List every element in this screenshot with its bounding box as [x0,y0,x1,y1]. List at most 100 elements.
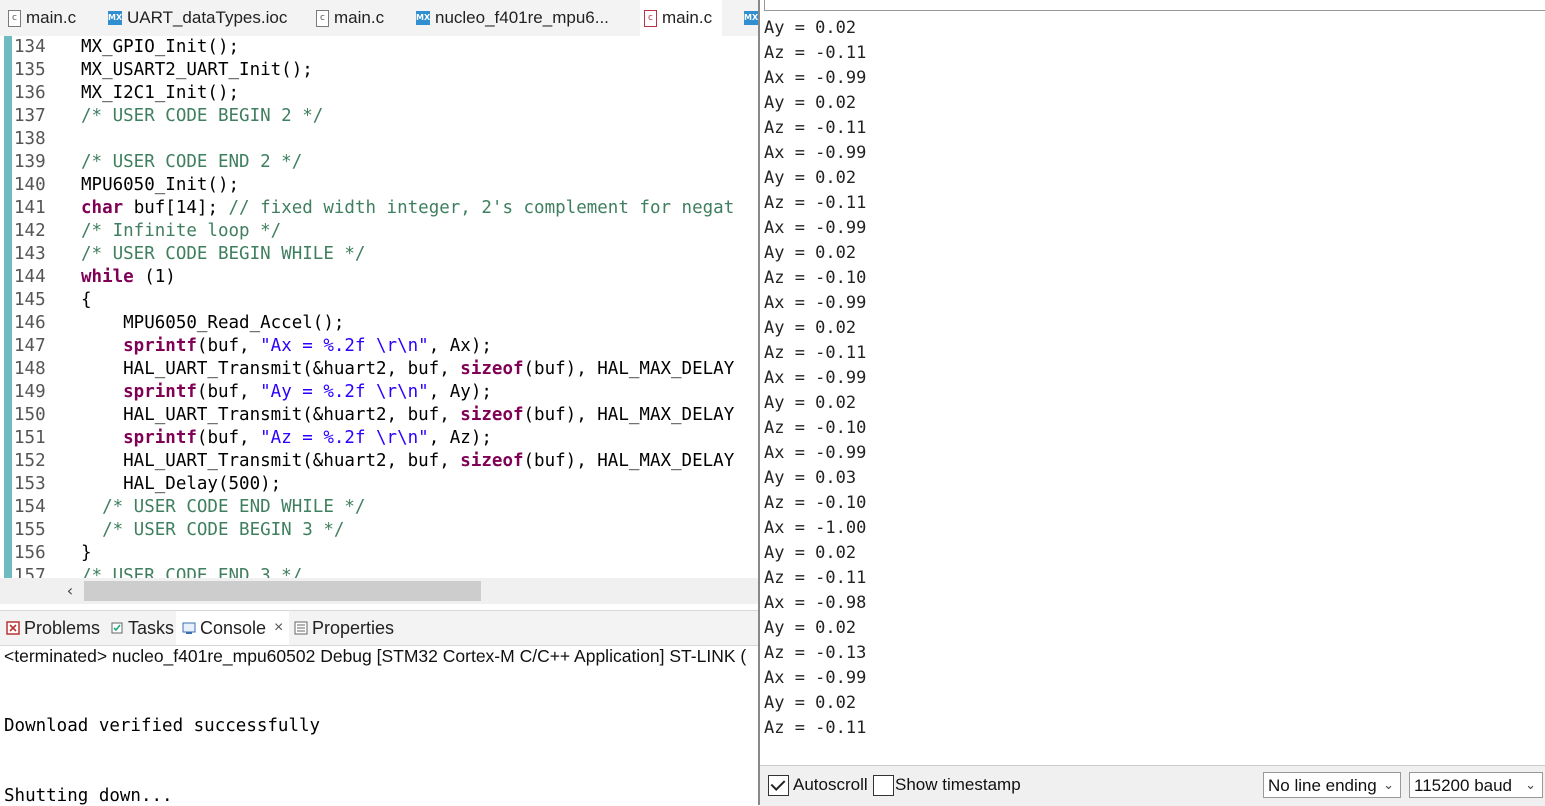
tab-label: main.c [26,8,77,27]
serial-line: Az = -0.10 [764,418,867,438]
tab-uart-datatypes-ioc[interactable]: MX UART_dataTypes.ioc [108,0,287,36]
code-text: HAL_UART_Transmit(&huart2, buf, [81,405,461,425]
code-line: 148 HAL_UART_Transmit(&huart2, buf, size… [0,358,760,381]
chevron-down-icon: ⌄ [1525,778,1536,793]
editor-horizontal-scrollbar[interactable]: ‹ [0,578,760,604]
tab-label: Tasks [128,617,175,638]
code-line: 136 MX_I2C1_Init(); [0,82,760,105]
tab-properties[interactable]: Properties [294,611,394,645]
code-text: , Az); [428,428,492,448]
scrollbar-thumb[interactable] [84,581,481,601]
code-line: 146 MPU6050_Read_Accel(); [0,312,760,335]
serial-line: Ay = 0.02 [764,18,857,38]
line-number: 145 [14,290,46,310]
serial-line: Ay = 0.02 [764,543,857,563]
code-line: 147 sprintf(buf, "Ax = %.2f \r\n", Ax); [0,335,760,358]
line-number: 148 [14,359,46,379]
line-number: 142 [14,221,46,241]
tab-main-c-2[interactable]: c main.c [316,0,384,36]
line-number: 149 [14,382,46,402]
line-number: 134 [14,37,46,57]
console-output[interactable]: Download verified successfully Shutting … [0,670,760,806]
serial-line: Az = -0.11 [764,343,867,363]
code-line: 157 /* USER CODE END 3 */ [0,565,760,578]
tab-label: Console [200,617,267,638]
line-ending-value: No line ending [1268,776,1377,795]
tab-main-c-active[interactable]: c main.c [640,0,723,36]
c-file-icon: c [644,9,657,27]
line-ending-select[interactable]: No line ending ⌄ [1263,772,1401,798]
serial-line: Az = -0.11 [764,118,867,138]
code-line: 144 while (1) [0,266,760,289]
code-line: 139 /* USER CODE END 2 */ [0,151,760,174]
code-line: 149 sprintf(buf, "Ay = %.2f \r\n", Ay); [0,381,760,404]
code-keyword: sprintf [81,428,197,448]
code-line: 155 /* USER CODE BEGIN 3 */ [0,519,760,542]
code-line: 153 HAL_Delay(500); [0,473,760,496]
tab-label: main.c [334,8,385,27]
code-line: 151 sprintf(buf, "Az = %.2f \r\n", Az); [0,427,760,450]
line-number: 143 [14,244,46,264]
code-editor[interactable]: 134 MX_GPIO_Init(); 135 MX_USART2_UART_Ini… [0,36,760,578]
serial-line: Ax = -0.99 [764,218,867,238]
serial-line: Ax = -1.00 [764,518,867,538]
tab-main-c-1[interactable]: c main.c [8,0,76,36]
tab-overflow[interactable]: MX [744,0,758,36]
baud-rate-select[interactable]: 115200 baud ⌄ [1409,772,1543,798]
console-line: Shutting down... [4,786,173,806]
line-number: 135 [14,60,46,80]
c-file-icon: c [316,9,329,27]
code-comment: /* USER CODE END 3 */ [81,566,303,578]
code-line: 156} [0,542,760,565]
c-file-icon: c [8,9,21,27]
code-text: buf[14]; [123,198,229,218]
serial-line: Az = -0.13 [764,643,867,663]
autoscroll-label: Autoscroll [793,775,868,794]
line-number: 153 [14,474,46,494]
code-text: } [81,543,92,563]
code-text: MX_I2C1_Init(); [81,83,240,103]
serial-line: Ax = -0.99 [764,668,867,688]
code-line: 152 HAL_UART_Transmit(&huart2, buf, size… [0,450,760,473]
code-text: (1) [133,267,176,287]
line-number: 136 [14,83,46,103]
serial-line: Ay = 0.02 [764,318,857,338]
serial-line: Ay = 0.02 [764,168,857,188]
tab-nucleo-ioc[interactable]: MX nucleo_f401re_mpu6... [416,0,609,36]
serial-line: Ay = 0.02 [764,618,857,638]
code-line: 135 MX_USART2_UART_Init(); [0,59,760,82]
show-timestamp-checkbox[interactable] [873,775,894,796]
mx-file-icon: MX [108,11,122,25]
serial-line: Ax = -0.99 [764,143,867,163]
code-comment: /* Infinite loop */ [81,221,282,241]
scroll-left-icon[interactable]: ‹ [62,581,78,601]
code-line: 140 MPU6050_Init(); [0,174,760,197]
code-line: 142 /* Infinite loop */ [0,220,760,243]
tab-label: main.c [662,8,713,27]
close-icon[interactable]: × [274,619,283,637]
tasks-icon [111,622,123,634]
serial-line: Az = -0.11 [764,568,867,588]
properties-icon [294,621,308,635]
code-string: "Ax = %.2f \r\n" [260,336,429,356]
serial-line: Ax = -0.99 [764,68,867,88]
serial-line: Az = -0.10 [764,493,867,513]
autoscroll-checkbox[interactable] [768,775,789,796]
tab-tasks[interactable]: Tasks [110,611,174,645]
code-text: { [81,290,92,310]
line-number: 141 [14,198,46,218]
code-string: "Az = %.2f \r\n" [260,428,429,448]
tab-problems[interactable]: Problems [6,611,100,645]
code-text: MX_USART2_UART_Init(); [81,60,313,80]
serial-footer: Autoscroll Show timestamp No line ending… [760,765,1545,806]
tab-label: Properties [312,617,395,638]
code-line: 138 [0,128,760,151]
serial-line: Az = -0.10 [764,268,867,288]
mx-file-icon: MX [744,11,758,25]
code-text: HAL_UART_Transmit(&huart2, buf, [81,359,461,379]
line-number: 144 [14,267,46,287]
serial-line: Az = -0.11 [764,193,867,213]
serial-line: Az = -0.11 [764,43,867,63]
serial-input-field[interactable] [764,0,1545,11]
tab-console[interactable]: Console × [176,611,290,645]
